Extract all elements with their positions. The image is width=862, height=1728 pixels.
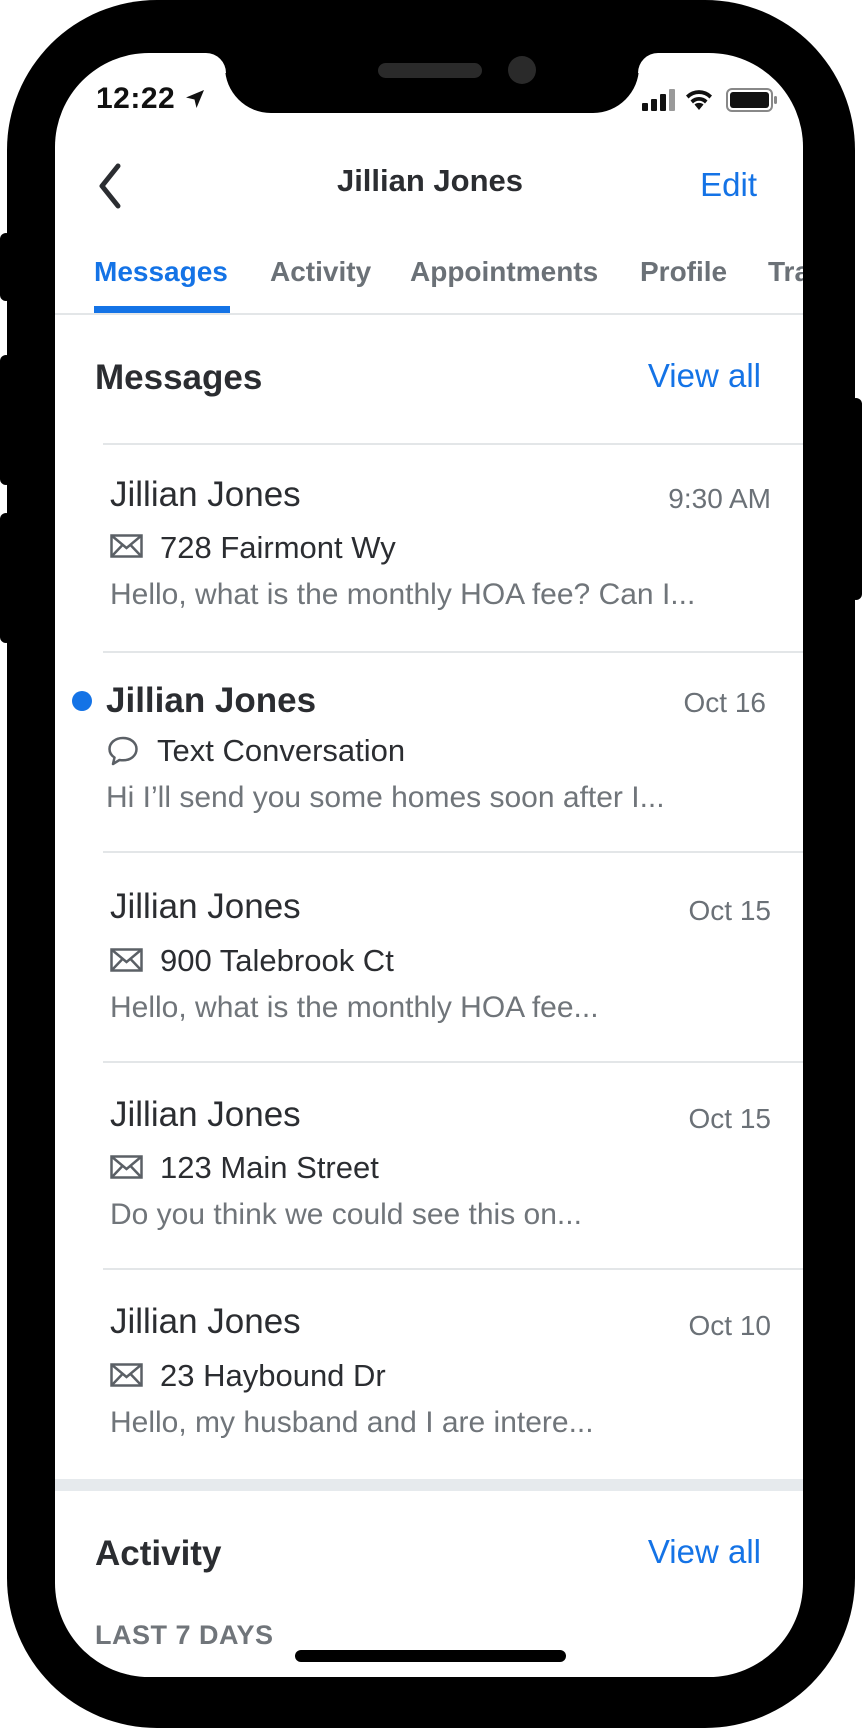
messages-view-all-link[interactable]: View all (648, 357, 761, 395)
message-preview: Do you think we could see this on... (110, 1198, 582, 1231)
cellular-signal-icon (642, 89, 675, 111)
message-preview: Hello, what is the monthly HOA fee? Can … (110, 578, 696, 611)
notch (225, 48, 639, 113)
message-subject: 123 Main Street (160, 1150, 379, 1185)
envelope-icon (110, 948, 143, 972)
activity-section-title: Activity (95, 1534, 222, 1573)
message-preview: Hi I’ll send you some homes soon after I… (106, 781, 665, 814)
message-row[interactable]: Jillian Jones Oct 15 123 Main Street Do … (55, 1063, 803, 1268)
message-row[interactable]: Jillian Jones Oct 15 900 Talebrook Ct He… (55, 853, 803, 1061)
tabs-divider (55, 313, 803, 315)
envelope-icon (110, 534, 143, 558)
section-separator (55, 1479, 803, 1491)
battery-icon (726, 88, 777, 112)
tab-messages[interactable]: Messages (94, 256, 228, 288)
status-time: 12:22 (96, 82, 176, 115)
envelope-icon (110, 1155, 143, 1179)
message-subject: Text Conversation (157, 733, 406, 768)
activity-view-all-link[interactable]: View all (648, 1533, 761, 1571)
tab-appointments[interactable]: Appointments (410, 256, 598, 288)
message-time: Oct 10 (688, 1310, 771, 1341)
envelope-icon (110, 1363, 143, 1387)
message-row[interactable]: Jillian Jones Oct 16 Text Conversation H… (55, 653, 803, 851)
message-row[interactable]: Jillian Jones 9:30 AM 728 Fairmont Wy He… (55, 445, 803, 651)
activity-period-label: LAST 7 DAYS (95, 1620, 274, 1650)
tab-transactions[interactable]: Transactions (768, 256, 803, 288)
message-row[interactable]: Jillian Jones Oct 10 23 Haybound Dr Hell… (55, 1270, 803, 1479)
message-subject: 728 Fairmont Wy (160, 530, 396, 565)
page-title: Jillian Jones (336, 163, 524, 198)
message-time: 9:30 AM (668, 483, 771, 514)
message-sender: Jillian Jones (110, 1095, 301, 1134)
unread-dot-icon (72, 691, 92, 711)
message-preview: Hello, what is the monthly HOA fee... (110, 991, 599, 1024)
back-chevron-icon[interactable] (92, 160, 128, 212)
edit-button[interactable]: Edit (700, 166, 757, 204)
message-time: Oct 16 (683, 687, 766, 718)
front-camera (508, 56, 536, 84)
message-sender: Jillian Jones (106, 681, 317, 720)
message-preview: Hello, my husband and I are intere... (110, 1406, 594, 1439)
speaker (378, 63, 482, 78)
message-sender: Jillian Jones (110, 475, 301, 514)
active-tab-indicator (94, 306, 230, 313)
message-time: Oct 15 (688, 1103, 771, 1134)
message-subject: 900 Talebrook Ct (160, 943, 394, 978)
message-sender: Jillian Jones (110, 887, 301, 926)
tab-bar: Messages Activity Appointments Profile T… (55, 250, 803, 314)
wifi-icon (686, 90, 712, 110)
location-arrow-icon (186, 90, 204, 108)
home-indicator[interactable] (295, 1650, 566, 1662)
tab-profile[interactable]: Profile (640, 256, 727, 288)
message-sender: Jillian Jones (110, 1302, 301, 1341)
tab-activity[interactable]: Activity (270, 256, 371, 288)
message-time: Oct 15 (688, 895, 771, 926)
messages-section-title: Messages (95, 358, 263, 397)
message-subject: 23 Haybound Dr (160, 1358, 386, 1393)
chat-bubble-icon (108, 736, 138, 766)
